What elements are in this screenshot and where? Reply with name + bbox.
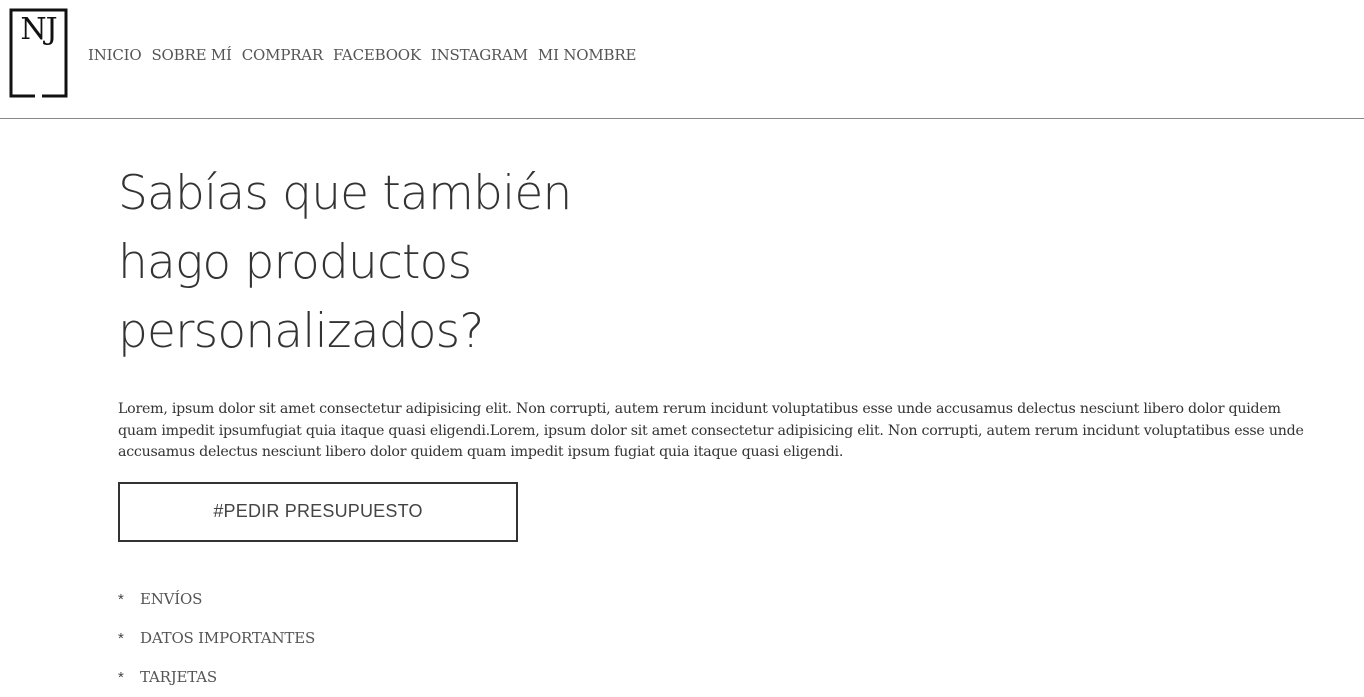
site-header: NJ INICIO SOBRE MÍ COMPRAR FACEBOOK INST… — [0, 0, 1364, 119]
list-item: * ENVÍOS — [118, 580, 1328, 619]
site-logo[interactable]: NJ — [9, 8, 68, 98]
link-envios[interactable]: ENVÍOS — [140, 590, 202, 608]
page-title-line: hago productos — [118, 235, 472, 290]
logo-text: NJ — [20, 12, 57, 47]
info-links-list: * ENVÍOS * DATOS IMPORTANTES * TARJETAS — [118, 580, 1328, 697]
page-title-line: personalizados? — [118, 304, 484, 359]
bullet-star-icon: * — [118, 668, 124, 686]
page-title-line: Sabías que también — [118, 166, 572, 221]
main-nav: INICIO SOBRE MÍ COMPRAR FACEBOOK INSTAGR… — [88, 45, 646, 65]
link-tarjetas[interactable]: TARJETAS — [140, 668, 217, 686]
bullet-star-icon: * — [118, 629, 124, 647]
nav-item-mi-nombre[interactable]: MI NOMBRE — [538, 45, 637, 65]
bullet-star-icon: * — [118, 590, 124, 608]
nav-item-sobre-mi[interactable]: SOBRE MÍ — [151, 45, 231, 65]
request-quote-button[interactable]: #PEDIR PRESUPUESTO — [118, 481, 518, 542]
nav-item-instagram[interactable]: INSTAGRAM — [431, 45, 528, 65]
nav-item-facebook[interactable]: FACEBOOK — [333, 45, 421, 65]
nav-item-inicio[interactable]: INICIO — [88, 45, 142, 65]
list-item: * TARJETAS — [118, 658, 1328, 697]
intro-paragraph: Lorem, ipsum dolor sit amet consectetur … — [118, 401, 1304, 460]
page-title: Sabías que también hago productos person… — [118, 159, 588, 366]
link-datos-importantes[interactable]: DATOS IMPORTANTES — [140, 629, 315, 647]
main-content: Sabías que también hago productos person… — [118, 159, 1328, 697]
nav-item-comprar[interactable]: COMPRAR — [242, 45, 323, 65]
list-item: * DATOS IMPORTANTES — [118, 619, 1328, 658]
